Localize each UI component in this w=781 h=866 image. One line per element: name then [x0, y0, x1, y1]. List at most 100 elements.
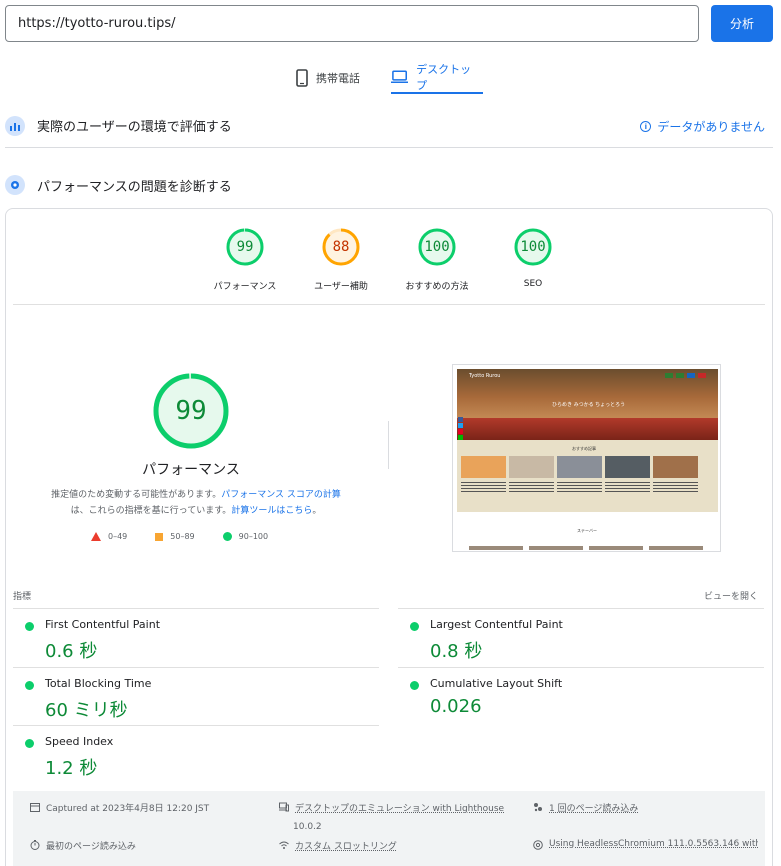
metric-value: 60 ミリ秒 [45, 700, 128, 721]
throttling-link[interactable]: カスタム スロットリング [295, 839, 397, 852]
metric-value: 0.026 [430, 696, 482, 717]
desc-text: は、これらの指標を基に行っています。 [70, 506, 232, 516]
captured-at: Captured at 2023年4月8日 12:20 JST [30, 801, 209, 814]
metric-value: 1.2 秒 [45, 758, 98, 779]
page-load-link[interactable]: 1 回のページ読み込み [549, 801, 638, 814]
metric-value: 0.8 秒 [430, 641, 483, 662]
field-data-title: 実際のユーザーの環境で評価する [37, 120, 232, 135]
metric-value: 0.6 秒 [45, 641, 98, 662]
screenshot-body: おすすめ記事 [457, 440, 718, 512]
screenshot-recommend: おすすめ記事 [572, 446, 596, 451]
screenshot-bridge [457, 418, 718, 440]
laptop-icon [391, 70, 409, 83]
performance-description: 推定値のため変動する可能性があります。パフォーマンス スコアの計算 は、これらの… [26, 487, 366, 519]
metric-tbt: Total Blocking Time 60 ミリ秒 [13, 667, 379, 725]
browser-link[interactable]: Using HeadlessChromium 111.0.5563.146 wi… [549, 839, 758, 849]
legend-label: 0–49 [108, 532, 128, 541]
expand-view-button[interactable]: ビューを開く [704, 589, 758, 602]
metric-title: Cumulative Layout Shift [430, 677, 563, 690]
metric-title: Speed Index [45, 735, 114, 748]
wifi-icon [279, 841, 289, 849]
screenshot-site-title: Tyotto Rurou [469, 373, 501, 379]
gauge-score: 88 [332, 239, 350, 255]
score-calc-link[interactable]: パフォーマンス スコアの計算 [221, 490, 341, 500]
gauge-accessibility[interactable]: 88 ユーザー補助 [291, 227, 391, 292]
triangle-icon [91, 532, 101, 541]
emulation-info: デスクトップのエミュレーション with Lighthouse 10.0.2 [279, 801, 504, 832]
emulation-link[interactable]: デスクトップのエミュレーション with Lighthouse [295, 801, 504, 814]
metrics-label: 指標 [13, 592, 32, 602]
gauge-performance[interactable]: 99 パフォーマンス [195, 227, 295, 292]
final-screenshot: Tyotto Rurou ひらめき みつかる ちょっとろう おすすめ記事 ステー… [452, 364, 721, 552]
divider [13, 304, 765, 305]
page-load-count: 1 回のページ読み込み [533, 801, 638, 814]
good-indicator-icon [410, 622, 419, 631]
metric-cls: Cumulative Layout Shift 0.026 [398, 667, 764, 725]
metric-fcp: First Contentful Paint 0.6 秒 [13, 608, 379, 666]
screenshot-tagline: ひらめき みつかる ちょっとろう [552, 402, 626, 408]
gauge-label: SEO [523, 279, 543, 289]
category-gauges: 99 パフォーマンス 88 ユーザー補助 100 おすすめの方法 100 SEO [6, 227, 772, 307]
gauge-label: おすすめの方法 [405, 282, 469, 292]
captured-text: Captured at 2023年4月8日 12:20 JST [46, 804, 210, 814]
gauge-label: パフォーマンス [213, 282, 277, 292]
metric-si: Speed Index 1.2 秒 [13, 725, 379, 783]
timer-icon [30, 840, 40, 850]
desc-text: 。 [312, 506, 322, 516]
good-indicator-icon [25, 739, 34, 748]
screenshot-nav [665, 373, 706, 378]
gauge-ring: 88 [321, 227, 361, 267]
diagnose-title: パフォーマンスの問題を診断する [37, 179, 232, 195]
legend-poor: 0–49 [91, 532, 127, 541]
url-input[interactable] [5, 5, 699, 42]
browser-info: Using HeadlessChromium 111.0.5563.146 wi… [533, 839, 758, 850]
screenshot-cards [461, 456, 698, 478]
chrome-icon [533, 840, 543, 850]
phone-icon [296, 69, 308, 87]
vertical-divider [388, 421, 389, 469]
gauge-label: ユーザー補助 [314, 282, 368, 292]
no-data-label: データがありません [657, 120, 765, 134]
throttling: カスタム スロットリング [279, 839, 397, 852]
dots-icon [534, 803, 542, 812]
legend-good: 90–100 [222, 532, 269, 541]
good-indicator-icon [25, 681, 34, 690]
performance-score: 99 [175, 396, 207, 426]
devices-icon [279, 802, 289, 812]
screenshot-sidebar-label: ステーバー [577, 528, 597, 533]
legend-label: 50–89 [170, 532, 195, 541]
good-indicator-icon [25, 622, 34, 631]
gauge-seo[interactable]: 100 SEO [483, 227, 583, 289]
first-load: 最初のページ読み込み [30, 839, 136, 852]
score-legend: 0–49 50–89 90–100 [91, 532, 296, 541]
performance-title: パフォーマンス [142, 462, 240, 478]
gauge-ring: 99 [225, 227, 265, 267]
calendar-icon [30, 803, 40, 812]
tab-desktop[interactable]: デスクトップ [391, 62, 483, 94]
tab-mobile[interactable]: 携帯電話 [296, 62, 360, 94]
diagnose-section: パフォーマンスの問題を診断する [5, 163, 773, 207]
screenshot-strip [469, 546, 703, 550]
gauge-score: 100 [424, 239, 450, 255]
first-load-text: 最初のページ読み込み [46, 842, 136, 852]
metric-title: Total Blocking Time [45, 677, 152, 690]
performance-big-gauge: 99 [151, 371, 231, 451]
screenshot-card-text [461, 482, 698, 492]
no-data-link[interactable]: i データがありません [640, 118, 765, 135]
good-indicator-icon [410, 681, 419, 690]
metric-title: Largest Contentful Paint [430, 618, 563, 631]
gauge-score: 99 [236, 239, 254, 255]
calculator-link[interactable]: 計算ツールはこちら [231, 506, 312, 516]
analyze-button[interactable]: 分析 [711, 5, 773, 42]
emulation-version: 10.0.2 [293, 822, 322, 832]
metric-title: First Contentful Paint [45, 618, 161, 631]
circle-icon [222, 532, 232, 541]
runtime-settings: Captured at 2023年4月8日 12:20 JST デスクトップのエ… [13, 791, 765, 866]
tab-mobile-label: 携帯電話 [316, 72, 360, 85]
gauge-best-practices[interactable]: 100 おすすめの方法 [387, 227, 487, 292]
legend-label: 90–100 [238, 532, 269, 541]
field-data-icon [5, 115, 25, 136]
gauge-score: 100 [520, 239, 546, 255]
info-icon: i [640, 121, 652, 132]
metric-lcp: Largest Contentful Paint 0.8 秒 [398, 608, 764, 666]
